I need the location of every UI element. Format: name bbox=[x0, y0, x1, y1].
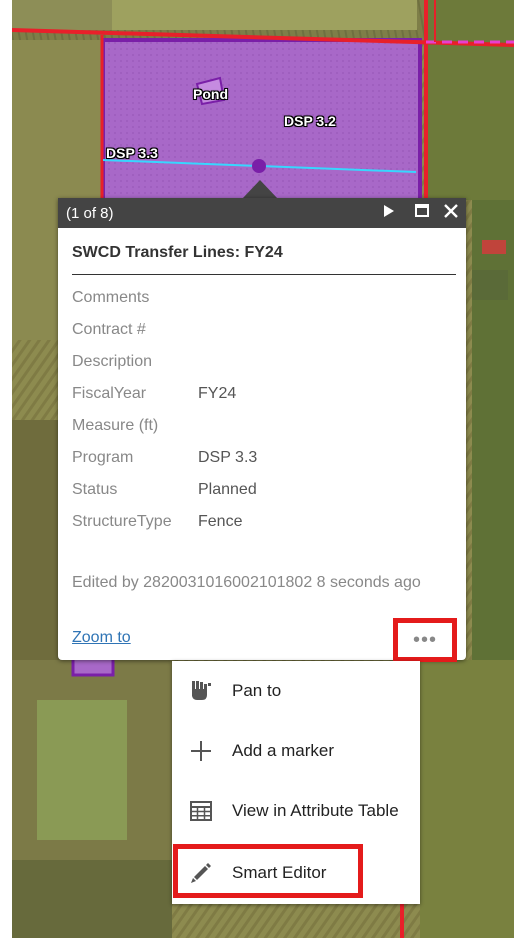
map-label-dsp33: DSP 3.3 bbox=[106, 145, 158, 161]
zoom-to-link[interactable]: Zoom to bbox=[72, 629, 131, 647]
maximize-button[interactable] bbox=[410, 198, 434, 228]
popup-title: SWCD Transfer Lines: FY24 bbox=[72, 228, 456, 275]
attribute-value: FY24 bbox=[198, 385, 237, 402]
attribute-row: StructureType Fence bbox=[72, 506, 257, 538]
pencil-icon bbox=[186, 858, 216, 888]
feature-counter: (1 of 8) bbox=[66, 204, 114, 222]
menu-label: View in Attribute Table bbox=[232, 801, 399, 820]
menu-item-pan-to[interactable]: Pan to bbox=[172, 665, 420, 717]
attribute-value bbox=[198, 314, 257, 346]
menu-label: Smart Editor bbox=[232, 863, 327, 882]
attribute-key: StructureType bbox=[72, 513, 172, 530]
more-actions-button[interactable]: ••• bbox=[393, 618, 457, 662]
actions-menu: Pan to Add a marker View in Attribute Ta… bbox=[172, 661, 420, 904]
attribute-table: Comments Contract # Description FiscalYear F… bbox=[72, 282, 257, 538]
attribute-row: FiscalYear FY24 bbox=[72, 378, 257, 410]
play-icon bbox=[383, 204, 395, 222]
menu-label: Add a marker bbox=[232, 741, 335, 760]
table-icon bbox=[186, 796, 216, 826]
attribute-row: Comments bbox=[72, 282, 257, 314]
attribute-key: Contract # bbox=[72, 321, 146, 338]
attribute-value bbox=[198, 282, 257, 314]
menu-item-view-attribute-table[interactable]: View in Attribute Table bbox=[172, 785, 420, 837]
maximize-icon bbox=[415, 204, 429, 222]
attribute-key: FiscalYear bbox=[72, 385, 147, 402]
menu-item-add-marker[interactable]: Add a marker bbox=[172, 725, 420, 777]
close-icon bbox=[444, 203, 458, 223]
map-label-dsp32: DSP 3.2 bbox=[284, 113, 336, 129]
popup-body: SWCD Transfer Lines: FY24 Comments Contra… bbox=[58, 228, 466, 593]
attribute-key: Measure (ft) bbox=[72, 417, 159, 434]
attribute-value: Planned bbox=[198, 481, 257, 498]
pan-icon bbox=[186, 676, 216, 706]
attribute-row: Measure (ft) bbox=[72, 410, 257, 442]
next-feature-button[interactable] bbox=[376, 198, 402, 228]
attribute-key: Comments bbox=[72, 289, 150, 306]
attribute-row: Program DSP 3.3 bbox=[72, 442, 257, 474]
screenshot-frame: Pond DSP 3.2 DSP 3.3 (1 of 8) SWCD Trans… bbox=[12, 0, 514, 938]
plus-icon bbox=[186, 736, 216, 766]
attribute-value bbox=[198, 410, 257, 442]
attribute-key: Description bbox=[72, 353, 153, 370]
attribute-value bbox=[198, 346, 257, 378]
attribute-key: Program bbox=[72, 449, 134, 466]
popup-header: (1 of 8) bbox=[58, 198, 466, 228]
edited-info: Edited by 2820031016002101802 8 seconds … bbox=[72, 574, 421, 591]
menu-label: Pan to bbox=[232, 681, 282, 700]
feature-popup: (1 of 8) SWCD Transfer Lines: FY24 Comme bbox=[58, 198, 466, 662]
attribute-key: Status bbox=[72, 481, 118, 498]
menu-item-smart-editor[interactable]: Smart Editor bbox=[172, 847, 420, 899]
popup-pointer bbox=[242, 180, 278, 199]
attribute-value: DSP 3.3 bbox=[198, 449, 258, 466]
attribute-value: Fence bbox=[198, 513, 243, 530]
attribute-row: Status Planned bbox=[72, 474, 257, 506]
attribute-row: Description bbox=[72, 346, 257, 378]
attribute-row: Contract # bbox=[72, 314, 257, 346]
ellipsis-icon: ••• bbox=[412, 628, 437, 651]
map-label-pond: Pond bbox=[193, 86, 228, 102]
close-popup-button[interactable] bbox=[439, 198, 463, 228]
